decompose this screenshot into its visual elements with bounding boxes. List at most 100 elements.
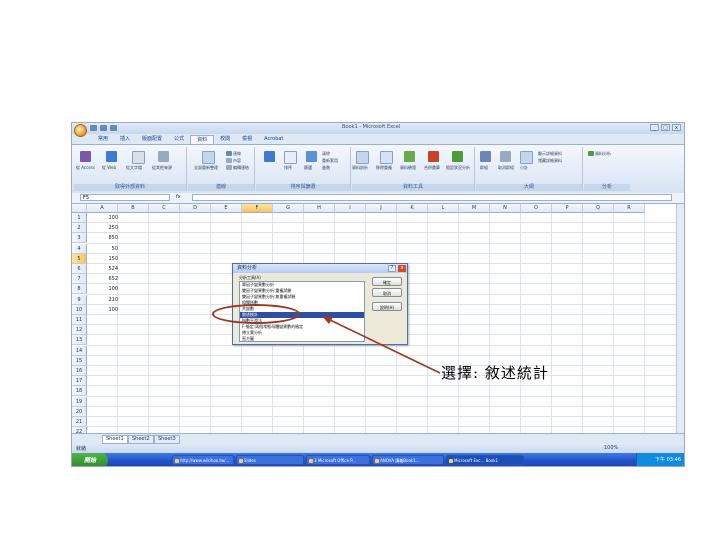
- help-button[interactable]: 說明(H): [372, 302, 402, 311]
- row-header-14[interactable]: 14: [72, 345, 87, 356]
- row-header-16[interactable]: 16: [72, 366, 87, 376]
- hide-detail-label[interactable]: 隱藏詳細資料: [538, 158, 562, 164]
- connections-icon[interactable]: [226, 151, 232, 156]
- column-header-c[interactable]: C: [149, 204, 180, 213]
- select-all-corner[interactable]: [72, 204, 87, 213]
- data-analysis-icon[interactable]: [588, 151, 594, 156]
- other-sources-icon[interactable]: [158, 151, 169, 162]
- maximize-button[interactable]: □: [661, 124, 670, 131]
- tab-page-layout[interactable]: 版面配置: [136, 135, 168, 144]
- text-file-icon[interactable]: [132, 151, 145, 164]
- row-header-7[interactable]: 7: [72, 274, 87, 285]
- row-header-20[interactable]: 20: [72, 406, 87, 417]
- cell-a7[interactable]: 652: [90, 274, 118, 284]
- row-header-5[interactable]: 5: [72, 253, 87, 264]
- row-header-3[interactable]: 3: [72, 233, 87, 244]
- row-header-15[interactable]: 15: [72, 355, 87, 366]
- clear-label[interactable]: 清除: [322, 151, 330, 157]
- ok-button[interactable]: 確定: [372, 277, 402, 286]
- column-header-f[interactable]: F: [242, 204, 273, 213]
- undo-icon[interactable]: [100, 125, 107, 131]
- tab-home[interactable]: 常用: [92, 135, 114, 144]
- cell-a4[interactable]: 50: [90, 244, 118, 254]
- cell-a2[interactable]: 250: [90, 223, 118, 233]
- taskbar-item-anova[interactable]: ANOVA 講義Book1...: [372, 455, 444, 465]
- save-icon[interactable]: [90, 125, 97, 131]
- column-header-o[interactable]: O: [521, 204, 552, 213]
- column-header-q[interactable]: Q: [583, 204, 614, 213]
- cancel-button[interactable]: 取消: [372, 288, 402, 297]
- properties-icon[interactable]: [226, 158, 232, 163]
- column-header-g[interactable]: G: [273, 204, 304, 213]
- row-header-21[interactable]: 21: [72, 417, 87, 427]
- data-analysis-label[interactable]: 資料分析: [595, 151, 611, 157]
- reapply-label[interactable]: 重新套用: [322, 158, 338, 164]
- tab-formulas[interactable]: 公式: [168, 135, 190, 144]
- tab-review[interactable]: 校閱: [214, 135, 236, 144]
- tab-acrobat[interactable]: Acrobat: [258, 135, 289, 144]
- cell-a1[interactable]: 100: [90, 213, 118, 223]
- minimize-button[interactable]: _: [650, 124, 659, 131]
- subtotal-icon[interactable]: [520, 151, 533, 164]
- sheet-tab-2[interactable]: Sheet2: [128, 435, 154, 444]
- show-detail-label[interactable]: 顯示詳細資料: [538, 151, 562, 157]
- row-header-1[interactable]: 1: [72, 213, 87, 223]
- column-header-d[interactable]: D: [180, 204, 211, 213]
- what-if-icon[interactable]: [452, 151, 463, 162]
- cell-a9[interactable]: 210: [90, 295, 118, 305]
- office-button[interactable]: [74, 124, 87, 137]
- taskbar-item-slides[interactable]: Slides: [236, 455, 304, 465]
- row-header-8[interactable]: 8: [72, 284, 87, 295]
- cell-a6[interactable]: 524: [90, 264, 118, 274]
- system-tray-clock[interactable]: 下午 03:46: [636, 453, 684, 466]
- sort-icon[interactable]: [284, 151, 297, 164]
- consolidate-icon[interactable]: [428, 151, 439, 162]
- fx-icon[interactable]: fx: [176, 194, 181, 200]
- row-header-12[interactable]: 12: [72, 325, 87, 336]
- cell-a10[interactable]: 100: [90, 305, 118, 315]
- connections-label[interactable]: 連線: [233, 151, 241, 157]
- ungroup-icon[interactable]: [500, 151, 511, 162]
- row-header-13[interactable]: 13: [72, 335, 87, 346]
- help-icon[interactable]: ?: [388, 265, 396, 272]
- column-header-k[interactable]: K: [397, 204, 428, 213]
- taskbar-item-browser[interactable]: http://www.wikihoo.tw/...: [172, 455, 234, 465]
- tab-view[interactable]: 檢視: [236, 135, 258, 144]
- row-header-19[interactable]: 19: [72, 396, 87, 407]
- sheet-tab-3[interactable]: Sheet3: [154, 435, 180, 444]
- redo-icon[interactable]: [110, 125, 117, 131]
- refresh-all-icon[interactable]: [202, 151, 215, 164]
- cell-a8[interactable]: 100: [90, 284, 118, 294]
- web-icon[interactable]: [106, 151, 117, 162]
- column-header-n[interactable]: N: [490, 204, 521, 213]
- analysis-tool-item[interactable]: 直方圖: [240, 336, 364, 341]
- formula-input[interactable]: [192, 194, 672, 201]
- tab-insert[interactable]: 插入: [114, 135, 136, 144]
- access-icon[interactable]: [80, 151, 91, 162]
- row-header-2[interactable]: 2: [72, 223, 87, 234]
- column-header-h[interactable]: H: [304, 204, 335, 213]
- row-header-10[interactable]: 10: [72, 304, 87, 315]
- group-icon[interactable]: [480, 151, 491, 162]
- row-header-4[interactable]: 4: [72, 243, 87, 254]
- column-header-b[interactable]: B: [118, 204, 149, 213]
- cell-a3[interactable]: 850: [90, 233, 118, 243]
- row-header-17[interactable]: 17: [72, 376, 87, 387]
- text-to-columns-icon[interactable]: [356, 151, 369, 164]
- row-header-6[interactable]: 6: [72, 264, 87, 274]
- column-header-i[interactable]: I: [335, 204, 366, 213]
- taskbar-item-powerpoint[interactable]: 3 Microsoft Office P...: [306, 455, 370, 465]
- properties-label[interactable]: 內容: [233, 158, 241, 164]
- filter-icon[interactable]: [306, 151, 317, 162]
- zoom-level[interactable]: 100%: [604, 445, 618, 451]
- data-validation-icon[interactable]: [404, 151, 415, 162]
- row-header-18[interactable]: 18: [72, 386, 87, 397]
- column-header-a[interactable]: A: [87, 204, 118, 213]
- remove-duplicates-icon[interactable]: [380, 151, 393, 164]
- column-header-r[interactable]: R: [614, 204, 645, 213]
- sort-az-icon[interactable]: [264, 151, 275, 162]
- column-header-l[interactable]: L: [428, 204, 459, 213]
- close-button[interactable]: x: [672, 124, 681, 131]
- column-header-j[interactable]: J: [366, 204, 397, 213]
- column-header-e[interactable]: E: [211, 204, 242, 213]
